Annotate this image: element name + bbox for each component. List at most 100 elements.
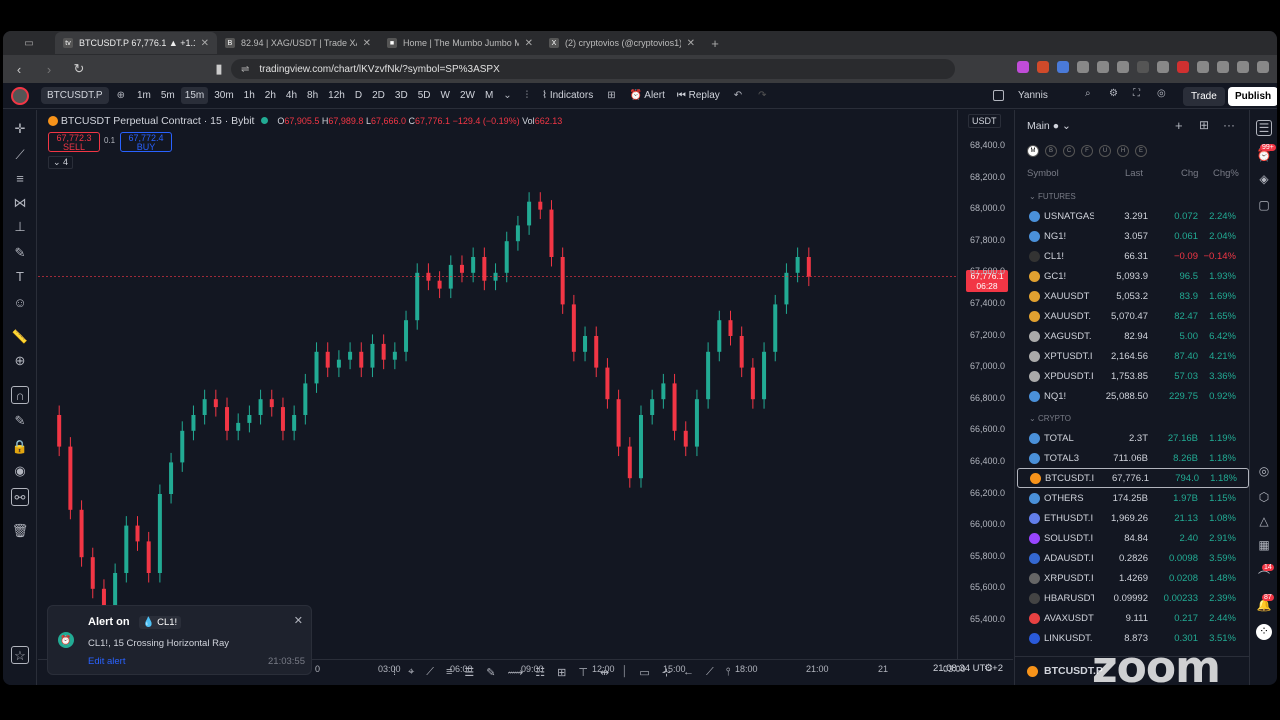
watchlist-row[interactable]: TOTAL 2.3T 27.16B 1.19% — [1017, 428, 1249, 448]
watchlist-more-icon[interactable]: ··· — [1223, 118, 1235, 132]
flag-filter-U[interactable]: U — [1099, 145, 1111, 157]
browser-tab[interactable]: B 82.94 | XAG/USDT | Trade XAG/US… ✕ — [217, 32, 379, 54]
symbol-search-button[interactable]: BTCUSDT.P — [41, 87, 109, 104]
extension-icon[interactable] — [1097, 61, 1109, 73]
watchlist-row[interactable]: XPTUSDT.I 2,164.56 87.40 4.21% — [1017, 346, 1249, 366]
target-icon[interactable]: ◎ — [1256, 464, 1272, 480]
watchlist-section-crypto[interactable]: ⌄ CRYPTO — [1029, 414, 1071, 423]
watchlist-row[interactable]: BTCUSDT.I 67,776.1 794.0 1.18% — [1017, 468, 1249, 488]
extension-icon[interactable] — [1177, 61, 1189, 73]
publish-button[interactable]: Publish — [1228, 87, 1277, 106]
brush-icon[interactable]: ✎ — [11, 244, 29, 262]
watchlist-row[interactable]: GC1! 5,093.9 96.5 1.93% — [1017, 266, 1249, 286]
chat-icon[interactable]: ▢ — [1256, 198, 1272, 214]
watchlist-icon[interactable]: ☰ — [1256, 120, 1272, 136]
settings-icon[interactable]: ⚙ — [1109, 88, 1118, 99]
watchlist-row[interactable]: CL1! 66.31 −0.09 −0.14% — [1017, 246, 1249, 266]
timeframe-D[interactable]: D — [351, 87, 366, 104]
channel-tool-icon[interactable]: ≡ — [446, 666, 452, 678]
col-last[interactable]: Last — [1125, 168, 1143, 179]
undo-icon[interactable]: ↶ — [734, 90, 742, 101]
watchlist-row[interactable]: XPDUSDT.I 1,753.85 57.03 3.36% — [1017, 366, 1249, 386]
watchlist-row[interactable]: NQ1! 25,088.50 229.75 0.92% — [1017, 386, 1249, 406]
layers-icon[interactable]: ◈ — [1256, 172, 1272, 188]
sidebar-toggle-icon[interactable]: ▭ — [3, 31, 55, 55]
flag-filter-H[interactable]: H — [1117, 145, 1129, 157]
cross-line-icon[interactable]: ⊹ — [662, 666, 671, 679]
lock-icon[interactable]: 🔒 — [11, 438, 29, 456]
flag-filter-C[interactable]: C — [1063, 145, 1075, 157]
emoji-icon[interactable]: ☺ — [11, 294, 29, 312]
layout-checkbox[interactable] — [993, 90, 1004, 101]
watchlist-row[interactable]: HBARUSDT 0.09992 0.00233 2.39% — [1017, 588, 1249, 608]
projection-icon[interactable]: ⊥ — [11, 218, 29, 236]
extension-icon[interactable] — [1057, 61, 1069, 73]
warning-icon[interactable]: △ — [1256, 514, 1272, 530]
timeframe-1m[interactable]: 1m — [133, 87, 155, 104]
indicators-collapse-button[interactable]: ⌄ 4 — [48, 156, 74, 169]
user-layout-name[interactable]: Yannis — [1018, 90, 1048, 101]
tab-close-icon[interactable]: ✕ — [687, 38, 695, 49]
add-symbol-icon[interactable]: ⊕ — [117, 90, 125, 101]
extension-icon[interactable] — [1217, 61, 1229, 73]
extension-icon[interactable] — [1197, 61, 1209, 73]
lock-draw-icon[interactable]: ✎ — [11, 412, 29, 430]
arrow-left-icon[interactable]: ← — [683, 666, 694, 678]
watchlist-row[interactable]: SOLUSDT.I 84.84 2.40 2.91% — [1017, 528, 1249, 548]
pattern-icon[interactable]: ⋈ — [11, 194, 29, 212]
watchlist-row[interactable]: NG1! 3.057 0.061 2.04% — [1017, 226, 1249, 246]
zoom-in-icon[interactable]: ⊕ — [11, 352, 29, 370]
tab-close-icon[interactable]: ✕ — [363, 38, 371, 49]
flag-filter-F[interactable]: F — [1081, 145, 1093, 157]
timeframe-8h[interactable]: 8h — [303, 87, 322, 104]
watchlist-row[interactable]: ADAUSDT.I 0.2826 0.0098 3.59% — [1017, 548, 1249, 568]
timeframe-W[interactable]: W — [436, 87, 453, 104]
advanced-view-icon[interactable]: ⊞ — [1199, 118, 1209, 132]
trade-button[interactable]: Trade — [1183, 87, 1225, 106]
grid-tool-icon[interactable]: ⊞ — [557, 666, 566, 679]
flag-filter-B[interactable]: B — [1045, 145, 1057, 157]
browser-tab[interactable]: X (2) cryptovios (@cryptovios1) / X ✕ — [541, 32, 703, 54]
favorites-star-icon[interactable]: ☆ — [11, 646, 29, 664]
timeframe-2W[interactable]: 2W — [456, 87, 479, 104]
rectangle-tool-icon[interactable]: ▭ — [639, 666, 649, 679]
quick-search-icon[interactable]: ⌕ — [1085, 88, 1091, 99]
drag-handle-icon[interactable]: ⁞ — [393, 666, 396, 678]
extension-icon[interactable] — [1157, 61, 1169, 73]
url-field[interactable]: ⇌ tradingview.com/chart/lKVzvfNk/?symbol… — [231, 59, 955, 79]
timeframe-30m[interactable]: 30m — [210, 87, 237, 104]
timeframe-2D[interactable]: 2D — [368, 87, 389, 104]
magnet-icon[interactable]: ∩ — [11, 386, 29, 404]
timeframe-5D[interactable]: 5D — [414, 87, 435, 104]
edit-alert-link[interactable]: Edit alert — [88, 656, 126, 667]
crosshair-icon[interactable]: ✛ — [11, 120, 29, 138]
col-symbol[interactable]: Symbol — [1027, 168, 1059, 179]
chart-type-icon[interactable]: ⫶ — [526, 90, 529, 101]
indicators-button[interactable]: ⌇ Indicators — [536, 87, 599, 104]
forward-button[interactable]: › — [39, 62, 59, 77]
menu-icon[interactable] — [1257, 61, 1269, 73]
date-range-icon[interactable]: ⇹ — [600, 666, 609, 679]
watchlist-title[interactable]: Main — [1027, 120, 1050, 132]
extension-icon[interactable] — [1117, 61, 1129, 73]
apps-grid-icon[interactable]: ⁘ — [1256, 624, 1272, 640]
parallel-tool-icon[interactable]: ☰ — [464, 666, 474, 679]
ideas-icon[interactable]: ⬡ — [1256, 490, 1272, 506]
camera-icon[interactable]: ◎ — [1157, 88, 1166, 99]
watchlist-row[interactable]: XAUUSDT 5,053.2 83.9 1.69% — [1017, 286, 1249, 306]
watchlist-row[interactable]: OTHERS 174.25B 1.97B 1.15% — [1017, 488, 1249, 508]
ruler-icon[interactable]: 📏 — [11, 328, 29, 346]
extension-icon[interactable] — [1037, 61, 1049, 73]
alert-button[interactable]: ⏰ Alert — [624, 87, 671, 104]
watchlist-row[interactable]: USNATGAS 3.291 0.072 2.24% — [1017, 206, 1249, 226]
bookmark-icon[interactable]: ▮ — [209, 61, 229, 77]
tab-close-icon[interactable]: ✕ — [201, 38, 209, 49]
col-chg[interactable]: Chg — [1181, 168, 1198, 179]
watchlist-section-futures[interactable]: ⌄ FUTURES — [1029, 192, 1076, 201]
site-settings-icon[interactable]: ⇌ — [241, 64, 249, 75]
timeframe-M[interactable]: M — [481, 87, 497, 104]
templates-icon[interactable]: ⊞ — [607, 90, 615, 101]
fullscreen-icon[interactable]: ⛶ — [1133, 88, 1140, 99]
redo-icon[interactable]: ↷ — [758, 90, 766, 101]
watchlist-dropdown-icon[interactable]: ⌄ — [1062, 120, 1071, 132]
